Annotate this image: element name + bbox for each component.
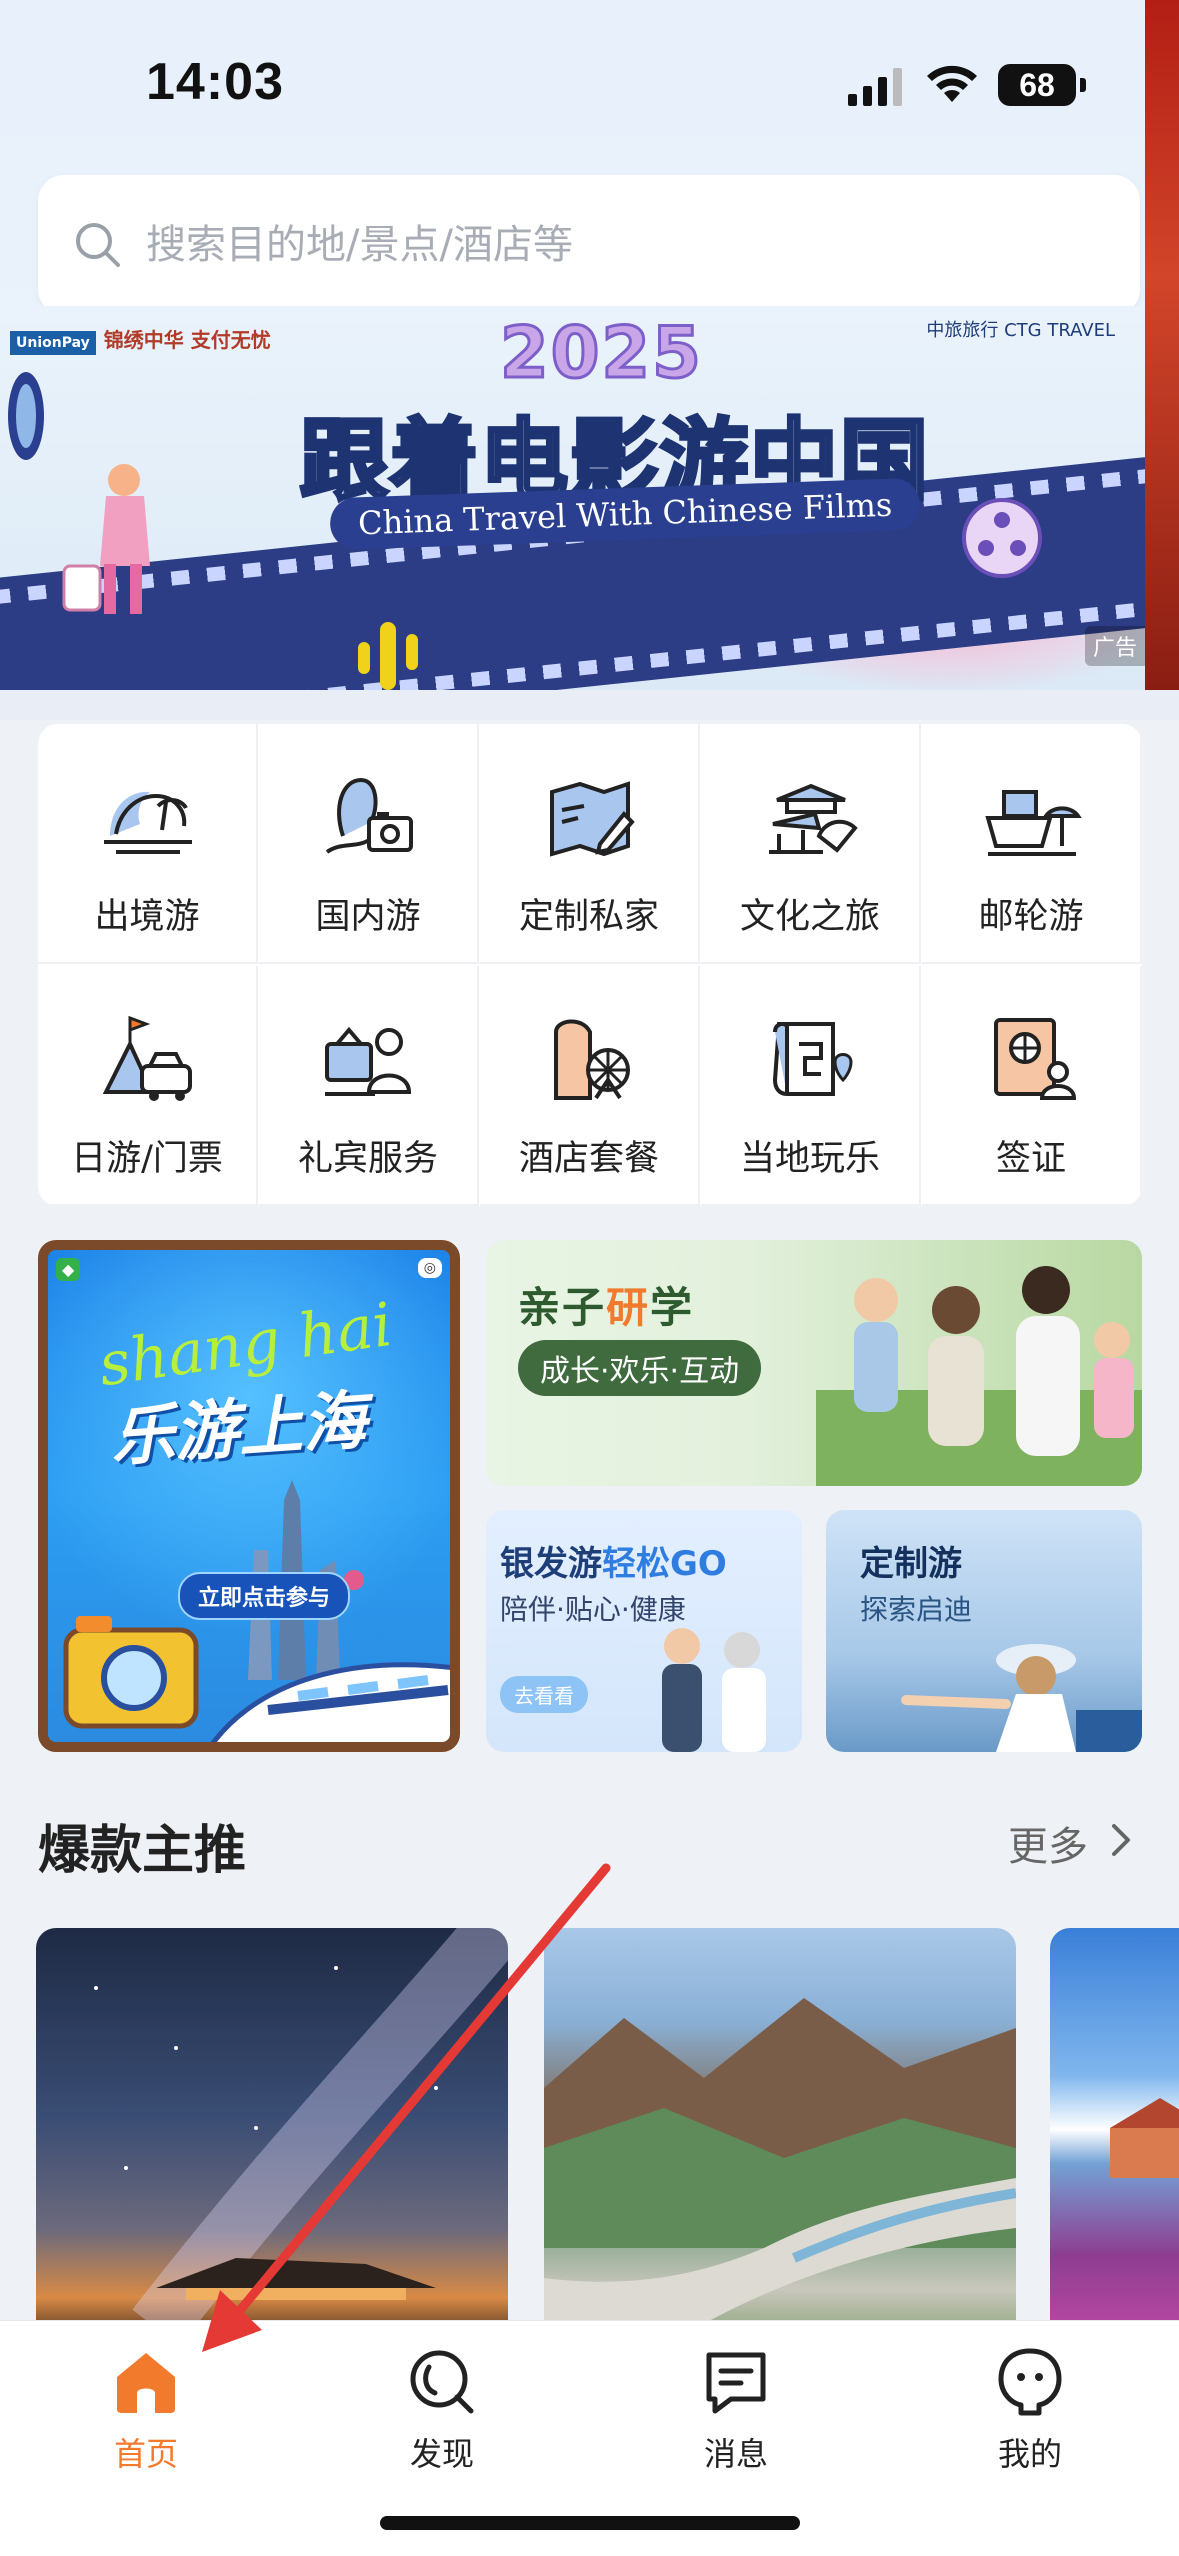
promo-shanghai-card[interactable]: ◆ ◎ shang hai 乐游上海 立即点击参与 (38, 1240, 460, 1752)
category-culture[interactable]: 文化之旅 (701, 724, 921, 964)
custom-tour-title: 定制游 (860, 1544, 962, 1584)
home-indicator (380, 2516, 800, 2530)
category-hotel[interactable]: 酒店套餐 (480, 966, 700, 1206)
film-reel-graphic (962, 498, 1042, 578)
mountain-river-photo (544, 1998, 1016, 2348)
category-label: 签证 (995, 1139, 1066, 1179)
ctg-logo-badge: ◎ (417, 1258, 442, 1278)
tab-label: 消息 (703, 2435, 768, 2473)
culture-tour-icon (769, 783, 858, 854)
category-visa[interactable]: 签证 (922, 966, 1142, 1206)
ctg-travel-logo: 中旅旅行 CTG TRAVEL (926, 320, 1115, 341)
retro-camera-graphic (63, 1616, 199, 1729)
traveler-illustration (62, 464, 150, 614)
category-label: 当地玩乐 (739, 1139, 880, 1179)
starry-night-photo (94, 1928, 508, 2347)
promo-silver-travel-card[interactable]: 银发游轻松GO 陪伴·贴心·健康 去看看 (486, 1510, 802, 1752)
section-title-hot: 爆款主推 (38, 1821, 247, 1881)
category-label: 出境游 (94, 897, 200, 937)
shanghai-event-logo: ◆ (56, 1258, 81, 1281)
tab-label: 我的 (997, 2435, 1062, 2473)
silver-travel-title: 银发游轻松GO (500, 1536, 727, 1585)
concierge-icon (325, 1026, 412, 1096)
tab-discover[interactable]: 发现 (352, 2347, 532, 2487)
category-local-fun[interactable]: 当地玩乐 (701, 966, 921, 1206)
unionpay-logo: UnionPay (10, 331, 96, 355)
bullet-train-graphic (210, 1662, 450, 1742)
search-icon (76, 223, 120, 267)
hotel-package-icon (554, 1019, 630, 1100)
custom-private-icon (550, 781, 635, 857)
category-label: 日游/门票 (71, 1139, 223, 1179)
tab-profile[interactable]: 我的 (940, 2347, 1120, 2487)
cactus-graphic (358, 622, 418, 690)
ad-badge: 广告 (1084, 626, 1145, 666)
discover-icon (410, 2350, 474, 2414)
battery-indicator: 68 (998, 64, 1076, 106)
traveler-woman-photo (901, 1644, 1142, 1752)
section-more-link[interactable]: 更多 (1008, 1814, 1088, 1872)
local-fun-icon (772, 1022, 853, 1096)
battery-cap (1080, 78, 1086, 92)
product-card-lavender-field[interactable] (1050, 1928, 1179, 2348)
home-icon (117, 2353, 175, 2413)
banner-slogan: 锦绣中华 支付无忧 (103, 328, 271, 352)
category-label: 邮轮游 (978, 897, 1084, 937)
category-label: 礼宾服务 (297, 1139, 438, 1179)
chevron-right-icon[interactable] (1110, 1822, 1134, 1858)
profile-icon (998, 2348, 1062, 2416)
status-bar: 14:03 68 (0, 0, 1150, 170)
banner-year: 2025 (499, 311, 703, 396)
search-placeholder: 搜索目的地/景点/酒店等 (146, 222, 573, 268)
visa-icon (994, 1018, 1077, 1100)
category-cruise[interactable]: 邮轮游 (922, 724, 1142, 964)
status-time: 14:03 (146, 53, 284, 111)
message-icon (706, 2352, 766, 2414)
cruise-icon (985, 790, 1082, 856)
day-tour-ticket-icon (102, 1015, 192, 1101)
cellular-signal-icon (848, 68, 902, 106)
silver-title-main: 银发游 (500, 1544, 602, 1584)
category-outbound[interactable]: 出境游 (38, 724, 258, 964)
tab-home[interactable]: 首页 (56, 2347, 236, 2487)
outbound-travel-icon (104, 791, 192, 854)
category-domestic[interactable]: 国内游 (259, 724, 479, 964)
category-label: 酒店套餐 (518, 1139, 659, 1179)
category-grid: 出境游 国内游 定制私家 文化之旅 邮轮游 日游/门票 礼宾服务 酒店套餐 当地… (38, 724, 1142, 1206)
category-custom[interactable]: 定制私家 (480, 724, 700, 964)
wifi-icon (927, 65, 977, 102)
category-concierge[interactable]: 礼宾服务 (259, 966, 479, 1206)
tab-label: 首页 (113, 2435, 178, 2473)
promo-custom-tour-card[interactable]: 定制游 探索启迪 (826, 1510, 1142, 1752)
side-edge-decoration (1145, 0, 1179, 690)
product-card-starry-night[interactable] (36, 1928, 508, 2348)
family-title-accent: 研 (606, 1283, 651, 1332)
family-study-title: 亲子研学 (518, 1274, 694, 1335)
search-bar[interactable]: 搜索目的地/景点/酒店等 (38, 175, 1140, 315)
banner-partner-text: UnionPay 锦绣中华 支付无忧 (10, 324, 271, 355)
lavender-field-photo (1110, 2098, 1179, 2178)
tab-messages[interactable]: 消息 (646, 2347, 826, 2487)
family-title-main: 亲子 (518, 1283, 607, 1332)
category-day-tour[interactable]: 日游/门票 (38, 966, 258, 1206)
silver-title-accent: 轻松GO (602, 1544, 727, 1584)
family-study-tag: 成长·欢乐·互动 (518, 1340, 762, 1396)
family-photo (816, 1266, 1142, 1486)
family-title-end: 学 (650, 1283, 695, 1332)
category-label: 定制私家 (518, 897, 659, 937)
elderly-couple-photo (662, 1628, 766, 1752)
product-card-mountain-river[interactable] (544, 1928, 1016, 2348)
camera-lens-graphic (8, 372, 44, 460)
promo-family-study-card[interactable]: 亲子研学 成长·欢乐·互动 (486, 1240, 1142, 1486)
category-label: 国内游 (315, 897, 421, 937)
silver-travel-button[interactable]: 去看看 (500, 1676, 588, 1713)
app-screen: 14:03 68 搜索目的地/景点/酒店等 UnionPay 锦绣中华 支付无忧 … (0, 0, 1179, 2556)
promo-banner[interactable]: UnionPay 锦绣中华 支付无忧 中旅旅行 CTG TRAVEL 2025 跟… (0, 306, 1145, 690)
domestic-travel-icon (325, 777, 413, 854)
tab-label: 发现 (409, 2435, 474, 2473)
category-label: 文化之旅 (739, 897, 880, 937)
